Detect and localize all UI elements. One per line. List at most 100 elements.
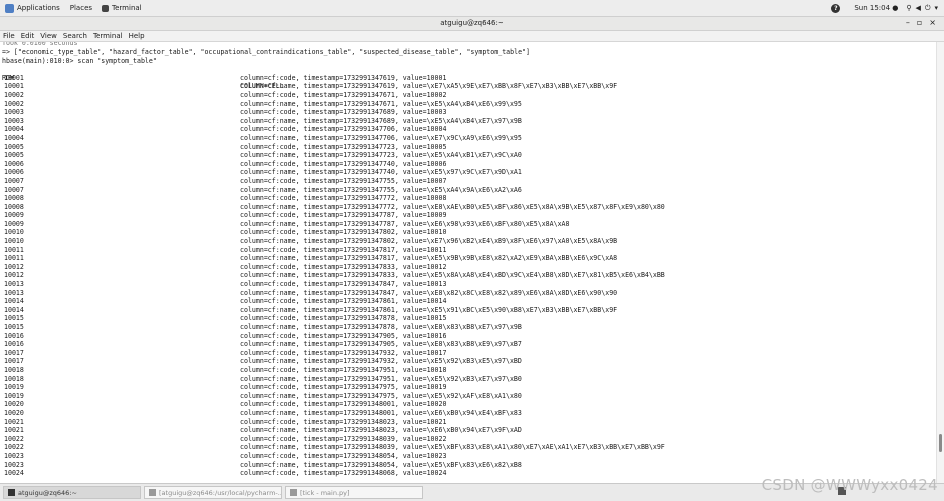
row-key: 10013 bbox=[4, 288, 24, 297]
row-cell: column=cf:code, timestamp=1732991347787,… bbox=[240, 211, 447, 220]
close-button[interactable]: × bbox=[929, 18, 936, 27]
table-row: 10012 column=cf:code, timestamp=173299134… bbox=[2, 263, 936, 272]
row-key: 10005 bbox=[4, 142, 24, 151]
table-row: 10023 column=cf:code, timestamp=173299134… bbox=[2, 452, 936, 461]
row-key: 10008 bbox=[4, 202, 24, 211]
row-key: 10006 bbox=[4, 159, 24, 168]
terminal-app-label: Terminal bbox=[112, 4, 142, 12]
applications-menu[interactable]: Applications bbox=[0, 0, 65, 17]
row-key: 10023 bbox=[4, 460, 24, 469]
row-key: 10008 bbox=[4, 194, 24, 203]
menu-view[interactable]: View bbox=[40, 32, 57, 40]
row-key: 10014 bbox=[4, 297, 24, 306]
row-key: 10009 bbox=[4, 219, 24, 228]
applications-label: Applications bbox=[17, 4, 60, 12]
row-key: 10002 bbox=[4, 99, 24, 108]
menu-file[interactable]: File bbox=[3, 32, 15, 40]
taskbar-item-pycharm[interactable]: [atguigu@zq646:/usr/local/pycharm-... bbox=[144, 486, 282, 499]
taskbar-item-terminal[interactable]: atguigu@zq646:~ bbox=[3, 486, 141, 499]
row-cell: column=cf:name, timestamp=1732991347671,… bbox=[240, 99, 522, 108]
table-row: 10013 column=cf:code, timestamp=173299134… bbox=[2, 280, 936, 289]
terminal-line: => ["economic_type_table", "hazard_facto… bbox=[2, 48, 530, 56]
row-key: 10004 bbox=[4, 125, 24, 134]
row-cell: column=cf:code, timestamp=1732991348039,… bbox=[240, 434, 447, 443]
table-row: 10014 column=cf:name, timestamp=173299134… bbox=[2, 306, 936, 315]
taskbar-item-tick[interactable]: [tick - main.py] bbox=[285, 486, 423, 499]
row-cell: column=cf:name, timestamp=1732991347905,… bbox=[240, 340, 522, 349]
row-key: 10012 bbox=[4, 262, 24, 271]
row-cell: column=cf:name, timestamp=1732991347802,… bbox=[240, 237, 618, 246]
table-row: 10006 column=cf:code, timestamp=173299134… bbox=[2, 160, 936, 169]
minimize-button[interactable]: – bbox=[906, 18, 910, 27]
row-cell: column=cf:code, timestamp=1732991347772,… bbox=[240, 194, 447, 203]
row-cell: column=cf:name, timestamp=1732991347975,… bbox=[240, 391, 522, 400]
row-cell: column=cf:code, timestamp=1732991347932,… bbox=[240, 348, 447, 357]
table-row: 10009 column=cf:name, timestamp=173299134… bbox=[2, 220, 936, 229]
row-key: 10001 bbox=[4, 82, 24, 91]
table-row: 10022 column=cf:code, timestamp=173299134… bbox=[2, 435, 936, 444]
table-row: 10003 column=cf:name, timestamp=173299134… bbox=[2, 117, 936, 126]
row-key: 10017 bbox=[4, 357, 24, 366]
row-key: 10018 bbox=[4, 365, 24, 374]
row-key: 10014 bbox=[4, 305, 24, 314]
table-row: 10008 column=cf:name, timestamp=173299134… bbox=[2, 203, 936, 212]
table-row: 10010 column=cf:name, timestamp=173299134… bbox=[2, 237, 936, 246]
row-key: 10003 bbox=[4, 116, 24, 125]
maximize-button[interactable]: ▫ bbox=[917, 18, 922, 27]
row-key: 10013 bbox=[4, 280, 24, 289]
table-row: 10008 column=cf:code, timestamp=173299134… bbox=[2, 194, 936, 203]
places-menu[interactable]: Places bbox=[65, 0, 97, 17]
editor-icon bbox=[290, 489, 297, 496]
row-key: 10017 bbox=[4, 348, 24, 357]
row-key: 10020 bbox=[4, 408, 24, 417]
row-cell: column=cf:code, timestamp=1732991347847,… bbox=[240, 280, 447, 289]
menu-terminal[interactable]: Terminal bbox=[93, 32, 123, 40]
row-cell: column=cf:code, timestamp=1732991347817,… bbox=[240, 245, 447, 254]
row-key: 10011 bbox=[4, 254, 24, 263]
row-cell: column=cf:code, timestamp=1732991347833,… bbox=[240, 262, 447, 271]
taskbar-item-label: [atguigu@zq646:/usr/local/pycharm-... bbox=[159, 488, 282, 497]
row-cell: column=cf:code, timestamp=1732991347755,… bbox=[240, 176, 447, 185]
table-row: 10013 column=cf:name, timestamp=173299134… bbox=[2, 289, 936, 298]
row-cell: column=cf:code, timestamp=1732991347740,… bbox=[240, 159, 447, 168]
clock[interactable]: Sun 15:04 ● bbox=[854, 4, 898, 12]
table-row: 10020 column=cf:code, timestamp=173299134… bbox=[2, 400, 936, 409]
row-cell: column=cf:name, timestamp=1732991347833,… bbox=[240, 271, 665, 280]
table-row: 10007 column=cf:code, timestamp=173299134… bbox=[2, 177, 936, 186]
table-row: 10003 column=cf:code, timestamp=173299134… bbox=[2, 108, 936, 117]
watermark: CSDN @WWWyxx0424 bbox=[761, 476, 938, 494]
row-key: 10007 bbox=[4, 185, 24, 194]
row-cell: column=cf:code, timestamp=1732991347689,… bbox=[240, 108, 447, 117]
row-key: 10016 bbox=[4, 340, 24, 349]
terminal-app-menu[interactable]: Terminal bbox=[97, 0, 147, 17]
table-row: 10006 column=cf:name, timestamp=173299134… bbox=[2, 168, 936, 177]
row-cell: column=cf:name, timestamp=1732991347817,… bbox=[240, 254, 618, 263]
row-cell: column=cf:name, timestamp=1732991348001,… bbox=[240, 408, 522, 417]
row-cell: column=cf:code, timestamp=1732991347861,… bbox=[240, 297, 447, 306]
table-row: 10015 column=cf:name, timestamp=173299134… bbox=[2, 323, 936, 332]
row-key: 10023 bbox=[4, 451, 24, 460]
system-tray[interactable]: ⚲ ◀ ⏻ ▾ bbox=[906, 4, 938, 13]
table-row: 10004 column=cf:code, timestamp=173299134… bbox=[2, 125, 936, 134]
menu-search[interactable]: Search bbox=[63, 32, 87, 40]
row-key: 10016 bbox=[4, 331, 24, 340]
table-row: 10012 column=cf:name, timestamp=173299134… bbox=[2, 271, 936, 280]
terminal-scrollbar[interactable] bbox=[936, 42, 944, 483]
terminal-output[interactable]: Took 0.0100 seconds => ["economic_type_t… bbox=[0, 42, 936, 483]
volume-icon: ◀ bbox=[915, 4, 921, 12]
row-cell: column=cf:code, timestamp=1732991347802,… bbox=[240, 228, 447, 237]
window-title-bar[interactable]: atguigu@zq646:~ – ▫ × bbox=[0, 17, 944, 31]
table-row: 10014 column=cf:code, timestamp=173299134… bbox=[2, 297, 936, 306]
network-icon: ⚲ bbox=[906, 4, 912, 12]
scrollbar-thumb[interactable] bbox=[939, 434, 942, 452]
help-icon[interactable]: ? bbox=[831, 3, 841, 13]
row-cell: column=cf:name, timestamp=1732991347951,… bbox=[240, 374, 522, 383]
menu-edit[interactable]: Edit bbox=[21, 32, 35, 40]
menu-help[interactable]: Help bbox=[129, 32, 145, 40]
table-row: 10017 column=cf:code, timestamp=173299134… bbox=[2, 349, 936, 358]
table-row: 10016 column=cf:code, timestamp=173299134… bbox=[2, 332, 936, 341]
row-cell: column=cf:code, timestamp=1732991348068,… bbox=[240, 469, 447, 478]
table-row: 10011 column=cf:name, timestamp=173299134… bbox=[2, 254, 936, 263]
row-cell: column=cf:code, timestamp=1732991348001,… bbox=[240, 400, 447, 409]
table-row: 10005 column=cf:name, timestamp=173299134… bbox=[2, 151, 936, 160]
